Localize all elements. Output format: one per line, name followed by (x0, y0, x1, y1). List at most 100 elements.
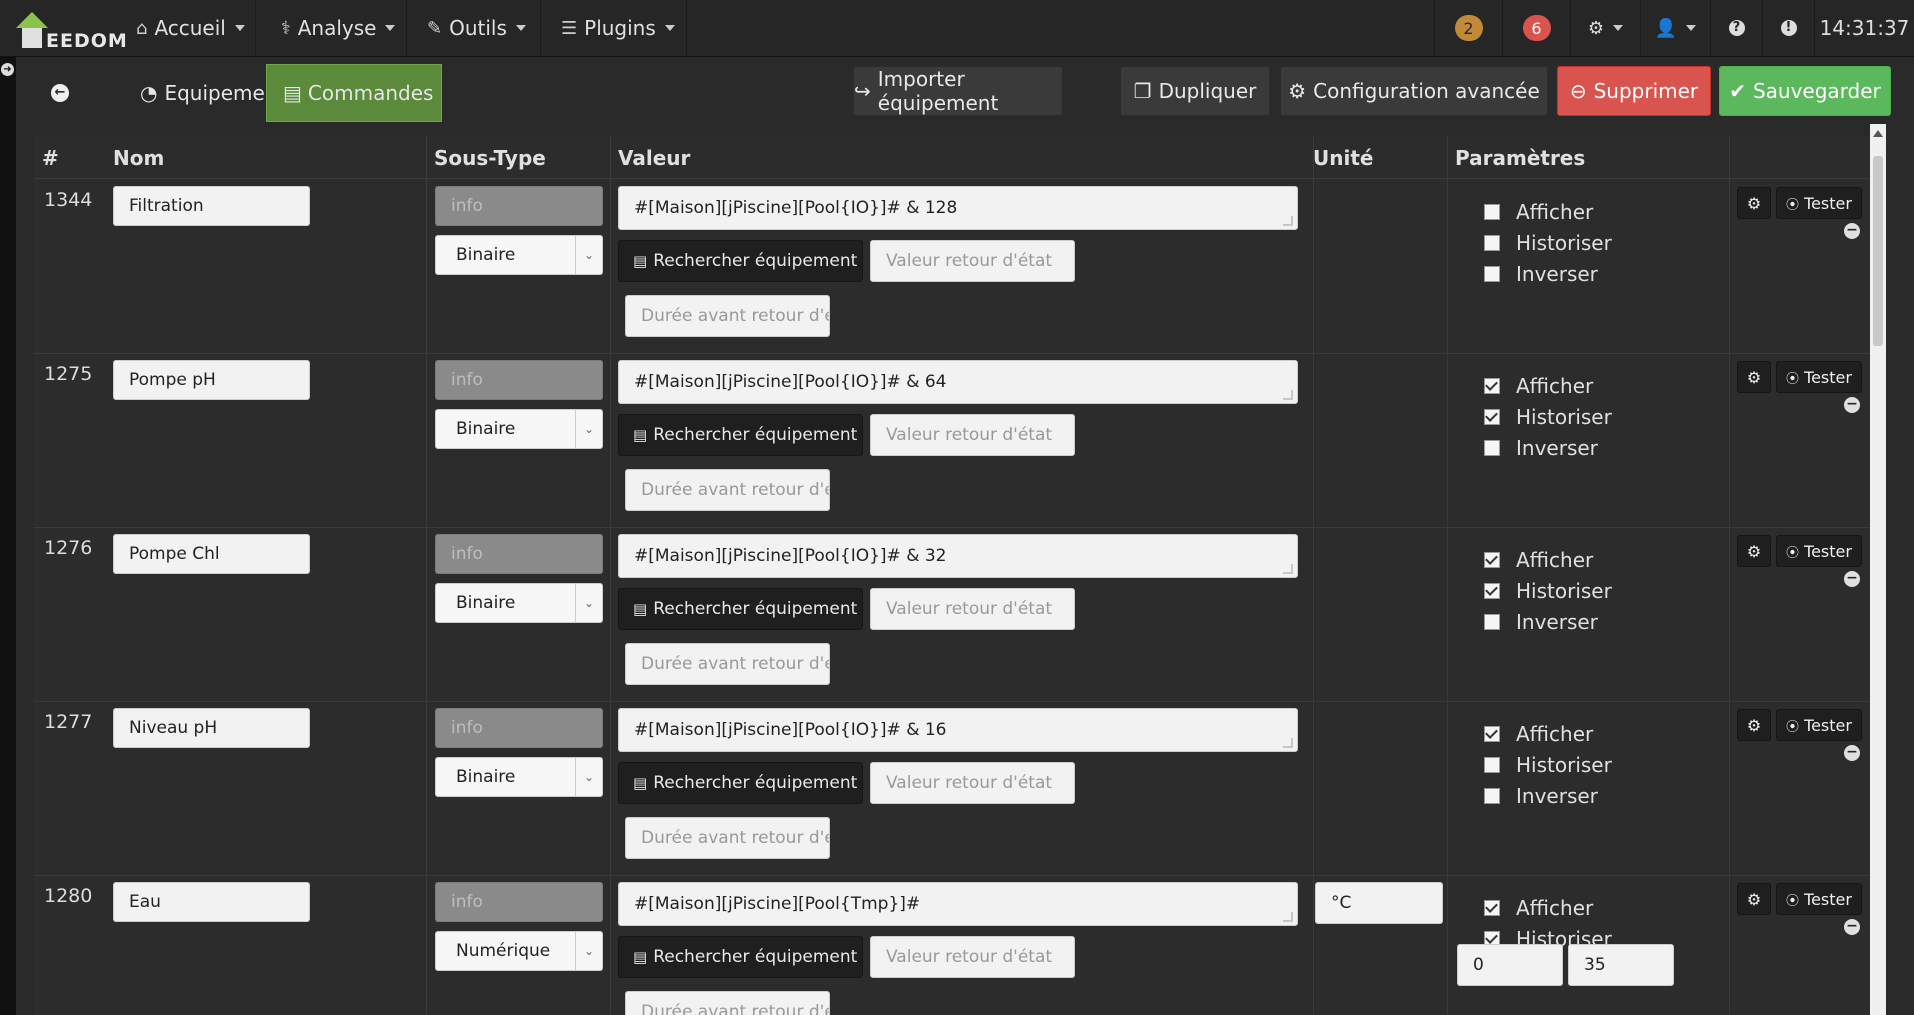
warning-badge-button[interactable]: 2 (1434, 0, 1502, 56)
search-equipment-button[interactable]: ▤ Rechercher équipement (618, 936, 863, 978)
checkbox-inverser[interactable]: Inverser (1484, 262, 1598, 286)
checkbox-historiser[interactable]: Historiser (1484, 579, 1612, 603)
command-name-input[interactable]: Filtration (113, 186, 310, 226)
command-subtype-select[interactable]: Binaire ⌄ (435, 409, 603, 449)
scrollbar-thumb[interactable] (1873, 156, 1883, 346)
command-subtype-select[interactable]: Binaire ⌄ (435, 583, 603, 623)
checkbox-afficher[interactable]: Afficher (1484, 548, 1593, 572)
search-equipment-button[interactable]: ▤ Rechercher équipement (618, 240, 863, 282)
command-subtype-select[interactable]: Binaire ⌄ (435, 235, 603, 275)
command-value-textarea[interactable]: #[Maison][jPiscine][Pool{IO}]# & 32 (618, 534, 1298, 578)
command-subtype-select[interactable]: Numérique ⌄ (435, 931, 603, 971)
search-equipment-button[interactable]: ▤ Rechercher équipement (618, 762, 863, 804)
checkbox-inverser[interactable]: Inverser (1484, 784, 1598, 808)
checkbox-inverser-box[interactable] (1484, 266, 1500, 282)
checkbox-historiser-box[interactable] (1484, 583, 1500, 599)
checkbox-inverser-box[interactable] (1484, 788, 1500, 804)
state-duration-input[interactable]: Durée avant retour d'é (625, 817, 830, 859)
alert-badge-button[interactable]: 6 (1502, 0, 1570, 56)
vertical-scrollbar[interactable] (1870, 124, 1886, 1015)
checkbox-afficher[interactable]: Afficher (1484, 722, 1593, 746)
command-name-input[interactable]: Pompe Chl (113, 534, 310, 574)
command-name-input[interactable]: Pompe pH (113, 360, 310, 400)
remove-command-icon[interactable]: − (1844, 919, 1860, 935)
configure-command-button[interactable]: ⚙ (1737, 535, 1771, 567)
nav-outils[interactable]: ✎ Outils (411, 0, 541, 56)
resize-handle-icon[interactable] (1283, 216, 1293, 226)
checkbox-historiser-box[interactable] (1484, 757, 1500, 773)
command-subtype-select[interactable]: Binaire ⌄ (435, 757, 603, 797)
state-feedback-input[interactable]: Valeur retour d'état (870, 240, 1075, 282)
checkbox-afficher[interactable]: Afficher (1484, 896, 1593, 920)
command-value-textarea[interactable]: #[Maison][jPiscine][Pool{Tmp}]# (618, 882, 1298, 926)
state-duration-input[interactable]: Durée avant retour d'é (625, 295, 830, 337)
search-equipment-button[interactable]: ▤ Rechercher équipement (618, 588, 863, 630)
nav-accueil[interactable]: ⌂ Accueil (120, 0, 256, 56)
help-button[interactable]: ? (1710, 0, 1762, 56)
test-command-button[interactable]: ⦿ Tester (1776, 187, 1862, 219)
save-button[interactable]: ✔ Sauvegarder (1719, 66, 1891, 116)
state-feedback-input[interactable]: Valeur retour d'état (870, 414, 1075, 456)
checkbox-inverser[interactable]: Inverser (1484, 436, 1598, 460)
checkbox-inverser-box[interactable] (1484, 440, 1500, 456)
state-feedback-input[interactable]: Valeur retour d'état (870, 936, 1075, 978)
resize-handle-icon[interactable] (1283, 390, 1293, 400)
user-menu[interactable]: 👤 (1640, 0, 1710, 56)
unit-input[interactable]: °C (1315, 882, 1443, 924)
state-feedback-input[interactable]: Valeur retour d'état (870, 762, 1075, 804)
checkbox-afficher-box[interactable] (1484, 900, 1500, 916)
max-value-input[interactable]: 35 (1568, 944, 1674, 986)
remove-command-icon[interactable]: − (1844, 745, 1860, 761)
checkbox-inverser[interactable]: Inverser (1484, 610, 1598, 634)
left-sidebar-toggle[interactable]: ➜ (0, 57, 16, 1015)
command-value-textarea[interactable]: #[Maison][jPiscine][Pool{IO}]# & 16 (618, 708, 1298, 752)
back-button[interactable]: ← (34, 64, 86, 122)
import-equipment-button[interactable]: ↪ Importer équipement (853, 66, 1063, 116)
checkbox-afficher[interactable]: Afficher (1484, 374, 1593, 398)
test-command-button[interactable]: ⦿ Tester (1776, 883, 1862, 915)
resize-handle-icon[interactable] (1283, 564, 1293, 574)
test-command-button[interactable]: ⦿ Tester (1776, 709, 1862, 741)
checkbox-afficher-box[interactable] (1484, 552, 1500, 568)
checkbox-inverser-box[interactable] (1484, 614, 1500, 630)
configure-command-button[interactable]: ⚙ (1737, 187, 1771, 219)
command-value-textarea[interactable]: #[Maison][jPiscine][Pool{IO}]# & 64 (618, 360, 1298, 404)
jeedom-logo[interactable]: EEDOM (8, 6, 127, 52)
nav-analyse[interactable]: ⚕ Analyse (265, 0, 407, 56)
remove-command-icon[interactable]: − (1844, 571, 1860, 587)
state-duration-input[interactable]: Durée avant retour d'é (625, 469, 830, 511)
min-value-input[interactable]: 0 (1457, 944, 1563, 986)
command-name-input[interactable]: Eau (113, 882, 310, 922)
delete-button[interactable]: ⊖ Supprimer (1557, 66, 1711, 116)
advanced-config-button[interactable]: ⚙ Configuration avancée (1280, 66, 1548, 116)
state-duration-input[interactable]: Durée avant retour d'é (625, 643, 830, 685)
command-value-textarea[interactable]: #[Maison][jPiscine][Pool{IO}]# & 128 (618, 186, 1298, 230)
checkbox-afficher-box[interactable] (1484, 726, 1500, 742)
remove-command-icon[interactable]: − (1844, 223, 1860, 239)
state-feedback-input[interactable]: Valeur retour d'état (870, 588, 1075, 630)
gears-menu[interactable]: ⚙ (1570, 0, 1640, 56)
duplicate-button[interactable]: ❐ Dupliquer (1120, 66, 1270, 116)
nav-plugins[interactable]: ☰ Plugins (545, 0, 687, 56)
checkbox-afficher-box[interactable] (1484, 204, 1500, 220)
configure-command-button[interactable]: ⚙ (1737, 361, 1771, 393)
configure-command-button[interactable]: ⚙ (1737, 883, 1771, 915)
configure-command-button[interactable]: ⚙ (1737, 709, 1771, 741)
remove-command-icon[interactable]: − (1844, 397, 1860, 413)
checkbox-historiser[interactable]: Historiser (1484, 405, 1612, 429)
test-command-button[interactable]: ⦿ Tester (1776, 535, 1862, 567)
command-name-input[interactable]: Niveau pH (113, 708, 310, 748)
checkbox-afficher-box[interactable] (1484, 378, 1500, 394)
tab-commandes[interactable]: ▤ Commandes (266, 64, 442, 122)
search-equipment-button[interactable]: ▤ Rechercher équipement (618, 414, 863, 456)
checkbox-afficher[interactable]: Afficher (1484, 200, 1593, 224)
checkbox-historiser[interactable]: Historiser (1484, 753, 1612, 777)
resize-handle-icon[interactable] (1283, 738, 1293, 748)
checkbox-historiser[interactable]: Historiser (1484, 231, 1612, 255)
resize-handle-icon[interactable] (1283, 912, 1293, 922)
checkbox-historiser-box[interactable] (1484, 409, 1500, 425)
info-button[interactable]: ! (1762, 0, 1814, 56)
test-command-button[interactable]: ⦿ Tester (1776, 361, 1862, 393)
state-duration-input[interactable]: Durée avant retour d'é (625, 991, 830, 1015)
checkbox-historiser-box[interactable] (1484, 235, 1500, 251)
